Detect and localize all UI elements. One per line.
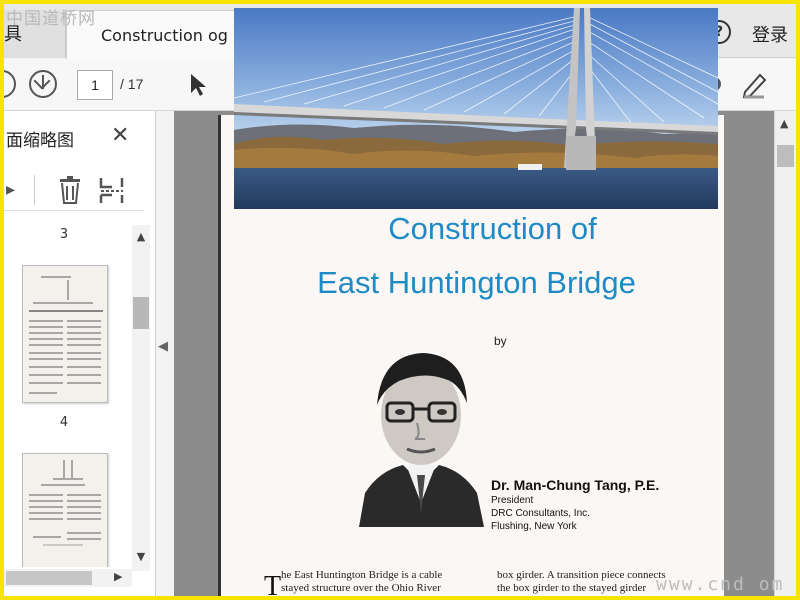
thumbnail-sidebar: 面缩略图 ✕ ▸ 3 4 ▲ ▼ ▶: [4, 111, 156, 596]
page-number-input[interactable]: 1: [77, 70, 113, 100]
scroll-up-icon[interactable]: ▲: [133, 229, 149, 245]
author-location: Flushing, New York: [491, 521, 577, 532]
author-company: DRC Consultants, Inc.: [491, 508, 590, 519]
scroll-up-icon[interactable]: ▲: [780, 117, 788, 130]
collapse-sidebar-icon[interactable]: ◀: [158, 339, 168, 354]
body-text-line: stayed structure over the Ohio River: [281, 582, 441, 594]
byline: by: [494, 334, 507, 348]
scroll-right-icon[interactable]: ▶: [114, 570, 122, 583]
document-scrollbar[interactable]: ▲: [774, 111, 796, 596]
horizontal-scrollbar-thumb[interactable]: [6, 571, 92, 585]
extract-pages-icon[interactable]: [98, 175, 126, 205]
scroll-down-icon[interactable]: ▼: [133, 549, 149, 565]
author-name: Dr. Man-Chung Tang, P.E.: [491, 477, 660, 493]
body-column-1: he East Huntington Bridge is a cable sta…: [281, 569, 442, 595]
pen-icon[interactable]: [740, 71, 770, 99]
thumbnail-page-3[interactable]: [22, 265, 108, 403]
trash-icon[interactable]: [57, 175, 83, 205]
next-page-icon[interactable]: [29, 70, 57, 98]
thumbnail-scrollbar[interactable]: [132, 225, 150, 571]
app-window: 具 Construction og E ? 登录 1 / 17 面缩略图 ✕ ▸: [0, 0, 800, 600]
body-text-line: the box girder to the stayed girder: [497, 582, 647, 594]
divider: [34, 175, 35, 205]
body-text-line: he East Huntington Bridge is a cable: [281, 569, 443, 581]
body-text-line: box girder. A transition piece connects: [497, 569, 666, 581]
sidebar-title: 面缩略图: [6, 131, 74, 151]
page-total: / 17: [120, 76, 144, 92]
body-column-2: box girder. A transition piece connects …: [497, 569, 666, 595]
drop-cap: T: [264, 571, 282, 600]
close-icon[interactable]: ✕: [111, 125, 129, 147]
options-icon[interactable]: ▸: [6, 179, 15, 200]
document-title-line-2: East Huntington Bridge: [317, 265, 636, 300]
thumbnail-label: 4: [59, 415, 69, 430]
watermark-top: 中国道桥网: [6, 9, 96, 29]
watermark-bottom: www.cnd om: [656, 574, 785, 595]
thumbnail-label: 3: [59, 227, 69, 242]
horizontal-scrollbar[interactable]: ▶: [4, 569, 132, 587]
select-cursor-icon[interactable]: [188, 72, 208, 98]
scrollbar-thumb[interactable]: [777, 145, 794, 167]
thumbnail-list: 3 4: [4, 215, 132, 567]
login-button[interactable]: 登录: [752, 21, 788, 47]
thumbnail-page-4[interactable]: [22, 453, 108, 567]
document-title-line-1: Construction of: [388, 211, 597, 246]
document-tab-title: Construction og E: [101, 26, 236, 45]
sidebar-toolbar: ▸: [4, 169, 144, 211]
author-title: President: [491, 495, 534, 506]
scrollbar-thumb[interactable]: [133, 297, 149, 329]
previous-page-icon[interactable]: [4, 70, 16, 98]
author-portrait: [359, 343, 484, 527]
bridge-photo: [234, 8, 718, 209]
